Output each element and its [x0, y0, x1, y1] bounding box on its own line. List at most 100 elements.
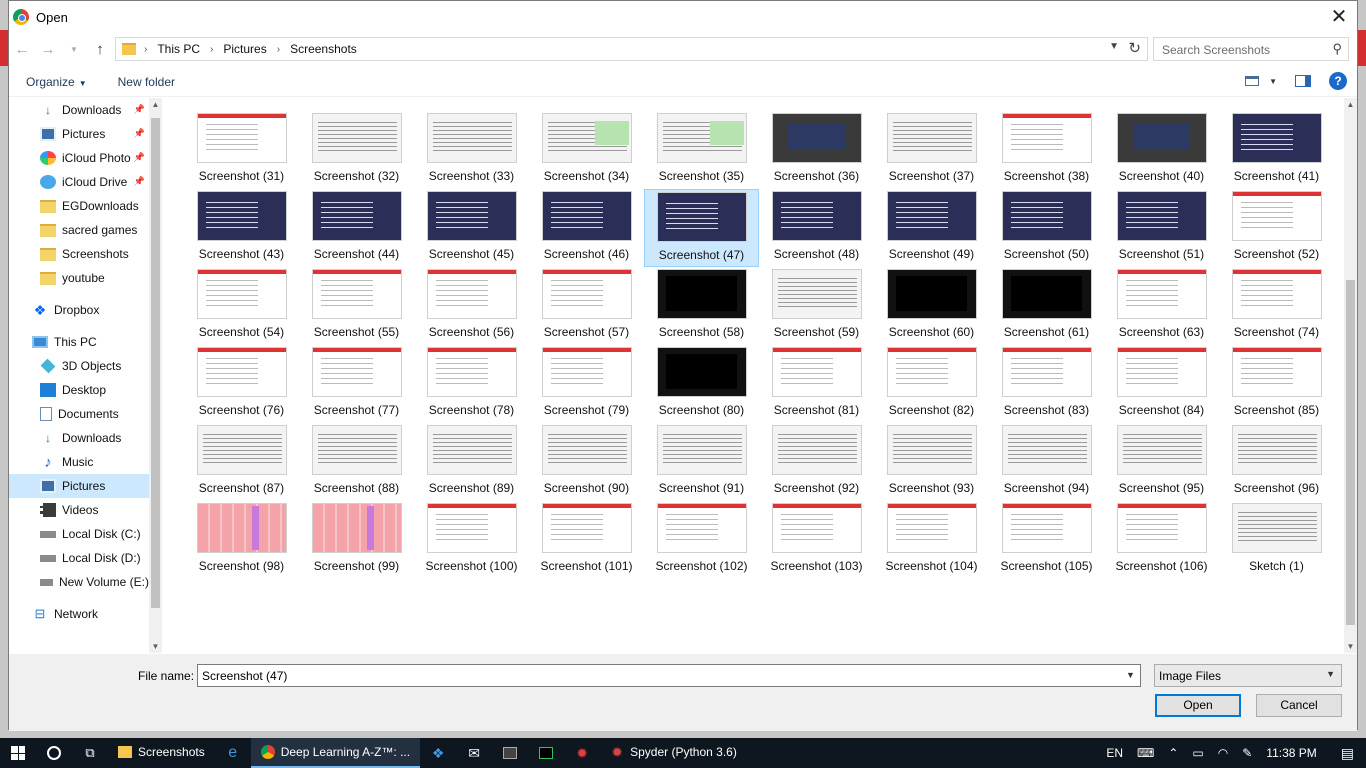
file-item[interactable]: Screenshot (46)	[529, 189, 644, 267]
file-item[interactable]: Screenshot (99)	[299, 501, 414, 579]
open-button[interactable]: Open	[1155, 694, 1241, 717]
file-item[interactable]: Screenshot (44)	[299, 189, 414, 267]
sidebar-item-screenshots[interactable]: Screenshots	[9, 242, 149, 266]
file-item[interactable]: Screenshot (106)	[1104, 501, 1219, 579]
sidebar-item-this-pc[interactable]: This PC	[9, 330, 149, 354]
file-item[interactable]: Screenshot (89)	[414, 423, 529, 501]
file-item[interactable]: Screenshot (38)	[989, 111, 1104, 189]
file-item[interactable]: Screenshot (94)	[989, 423, 1104, 501]
file-item[interactable]: Screenshot (58)	[644, 267, 759, 345]
scroll-down-icon[interactable]: ▼	[1344, 642, 1357, 651]
file-item[interactable]: Screenshot (63)	[1104, 267, 1219, 345]
preview-pane-icon[interactable]	[1295, 75, 1311, 87]
file-item[interactable]: Screenshot (79)	[529, 345, 644, 423]
start-button[interactable]	[0, 738, 36, 768]
file-list-scrollbar[interactable]: ▲ ▼	[1344, 98, 1357, 653]
file-item[interactable]: Screenshot (82)	[874, 345, 989, 423]
sidebar-item-downloads[interactable]: ↓ Downloads	[9, 426, 149, 450]
sidebar-item-desktop[interactable]: Desktop	[9, 378, 149, 402]
task-view-button[interactable]: ⧉	[72, 738, 108, 768]
file-item[interactable]: Screenshot (49)	[874, 189, 989, 267]
forward-arrow-icon[interactable]: →	[35, 41, 61, 58]
file-item[interactable]: Screenshot (55)	[299, 267, 414, 345]
file-item[interactable]: Screenshot (45)	[414, 189, 529, 267]
file-item[interactable]: Screenshot (40)	[1104, 111, 1219, 189]
search-input[interactable]: Search Screenshots ⚲	[1153, 37, 1349, 61]
file-item[interactable]: Screenshot (60)	[874, 267, 989, 345]
sidebar-item-icloud-photo[interactable]: iCloud Photo 📌	[9, 146, 149, 170]
sidebar-item-sacred-games[interactable]: sacred games	[9, 218, 149, 242]
file-item[interactable]: Screenshot (52)	[1219, 189, 1334, 267]
file-item[interactable]: Screenshot (61)	[989, 267, 1104, 345]
file-item[interactable]: Screenshot (54)	[184, 267, 299, 345]
chevron-up-icon[interactable]: ⌃	[1168, 746, 1178, 760]
help-icon[interactable]: ?	[1329, 72, 1347, 90]
scroll-up-icon[interactable]: ▲	[1344, 100, 1357, 109]
sidebar-item-network[interactable]: ⊟ Network	[9, 602, 149, 626]
file-item[interactable]: Screenshot (98)	[184, 501, 299, 579]
breadcrumb-this-pc[interactable]: This PC	[157, 42, 200, 56]
breadcrumb-separator-icon[interactable]: ›	[277, 44, 280, 55]
file-item[interactable]: Screenshot (100)	[414, 501, 529, 579]
sidebar-item-local-disk-d-[interactable]: Local Disk (D:)	[9, 546, 149, 570]
scrollbar-thumb[interactable]	[151, 118, 160, 608]
change-view-button[interactable]: ▼	[1245, 76, 1277, 86]
up-arrow-icon[interactable]: ↑	[87, 41, 113, 58]
file-item[interactable]: Screenshot (41)	[1219, 111, 1334, 189]
chevron-down-icon[interactable]: ▼	[1109, 41, 1119, 52]
file-item[interactable]: Screenshot (76)	[184, 345, 299, 423]
navigation-pane-scrollbar[interactable]: ▲ ▼	[149, 98, 162, 653]
file-item[interactable]: Screenshot (95)	[1104, 423, 1219, 501]
file-item[interactable]: Screenshot (93)	[874, 423, 989, 501]
file-item[interactable]: Screenshot (56)	[414, 267, 529, 345]
file-item[interactable]: Screenshot (96)	[1219, 423, 1334, 501]
search-icon[interactable]: ⚲	[1332, 41, 1342, 57]
sidebar-item-egdownloads[interactable]: EGDownloads	[9, 194, 149, 218]
pen-icon[interactable]: ✎	[1242, 746, 1252, 760]
sidebar-item-3d-objects[interactable]: 3D Objects	[9, 354, 149, 378]
wifi-icon[interactable]: ◠	[1218, 746, 1228, 760]
scroll-up-icon[interactable]: ▲	[149, 100, 162, 109]
file-item[interactable]: Screenshot (50)	[989, 189, 1104, 267]
taskbar-app-terminal[interactable]	[492, 738, 528, 768]
file-item[interactable]: Screenshot (90)	[529, 423, 644, 501]
sidebar-item-pictures[interactable]: Pictures 📌	[9, 122, 149, 146]
file-item[interactable]: Sketch	[1334, 501, 1341, 579]
action-center-icon[interactable]: ▤	[1341, 745, 1354, 762]
file-item[interactable]: Screenshot (86)	[1334, 345, 1341, 423]
file-item[interactable]: Screenshot (33)	[414, 111, 529, 189]
keyboard-icon[interactable]: ⌨	[1137, 746, 1154, 760]
taskbar-app-pycharm[interactable]	[528, 738, 564, 768]
file-item[interactable]: Screenshot (102)	[644, 501, 759, 579]
sidebar-item-local-disk-c-[interactable]: Local Disk (C:)	[9, 522, 149, 546]
cancel-button[interactable]: Cancel	[1256, 694, 1342, 717]
file-item[interactable]: Screenshot (81)	[759, 345, 874, 423]
file-item[interactable]: Screenshot (35)	[644, 111, 759, 189]
taskbar-app-screenshots[interactable]: Screenshots	[108, 738, 215, 768]
cortana-button[interactable]	[36, 738, 72, 768]
file-item[interactable]: Screenshot (88)	[299, 423, 414, 501]
language-indicator[interactable]: EN	[1106, 746, 1123, 760]
sidebar-item-music[interactable]: ♪ Music	[9, 450, 149, 474]
file-item[interactable]: Screenshot (43)	[184, 189, 299, 267]
taskbar-app-mail[interactable]: ✉	[456, 738, 492, 768]
file-item[interactable]: Screenshot (78)	[414, 345, 529, 423]
file-item[interactable]: Screenshot (51)	[1104, 189, 1219, 267]
refresh-icon[interactable]: ↻	[1128, 39, 1141, 57]
breadcrumb-pictures[interactable]: Pictures	[223, 42, 266, 56]
breadcrumb-separator-icon[interactable]: ›	[210, 44, 213, 55]
recent-locations-chevron-icon[interactable]: ▼	[61, 45, 87, 54]
sidebar-item-downloads[interactable]: ↓ Downloads 📌	[9, 98, 149, 122]
file-item[interactable]: Screenshot (92)	[759, 423, 874, 501]
sidebar-item-dropbox[interactable]: ❖ Dropbox	[9, 298, 149, 322]
file-item[interactable]: Screenshot (105)	[989, 501, 1104, 579]
file-item[interactable]: Screenshot (91)	[644, 423, 759, 501]
scrollbar-thumb[interactable]	[1346, 280, 1355, 625]
file-item[interactable]: Screenshot (77)	[299, 345, 414, 423]
new-folder-button[interactable]: New folder	[118, 75, 175, 89]
file-item[interactable]: Screenshot (32)	[299, 111, 414, 189]
file-item[interactable]: Screenshot (83)	[989, 345, 1104, 423]
file-item[interactable]: Screenshot (57)	[529, 267, 644, 345]
sidebar-item-new-volume-e-[interactable]: New Volume (E:)	[9, 570, 149, 594]
taskbar-app-deep-learning-a-z[interactable]: Deep Learning A-Z™: ...	[250, 738, 421, 768]
